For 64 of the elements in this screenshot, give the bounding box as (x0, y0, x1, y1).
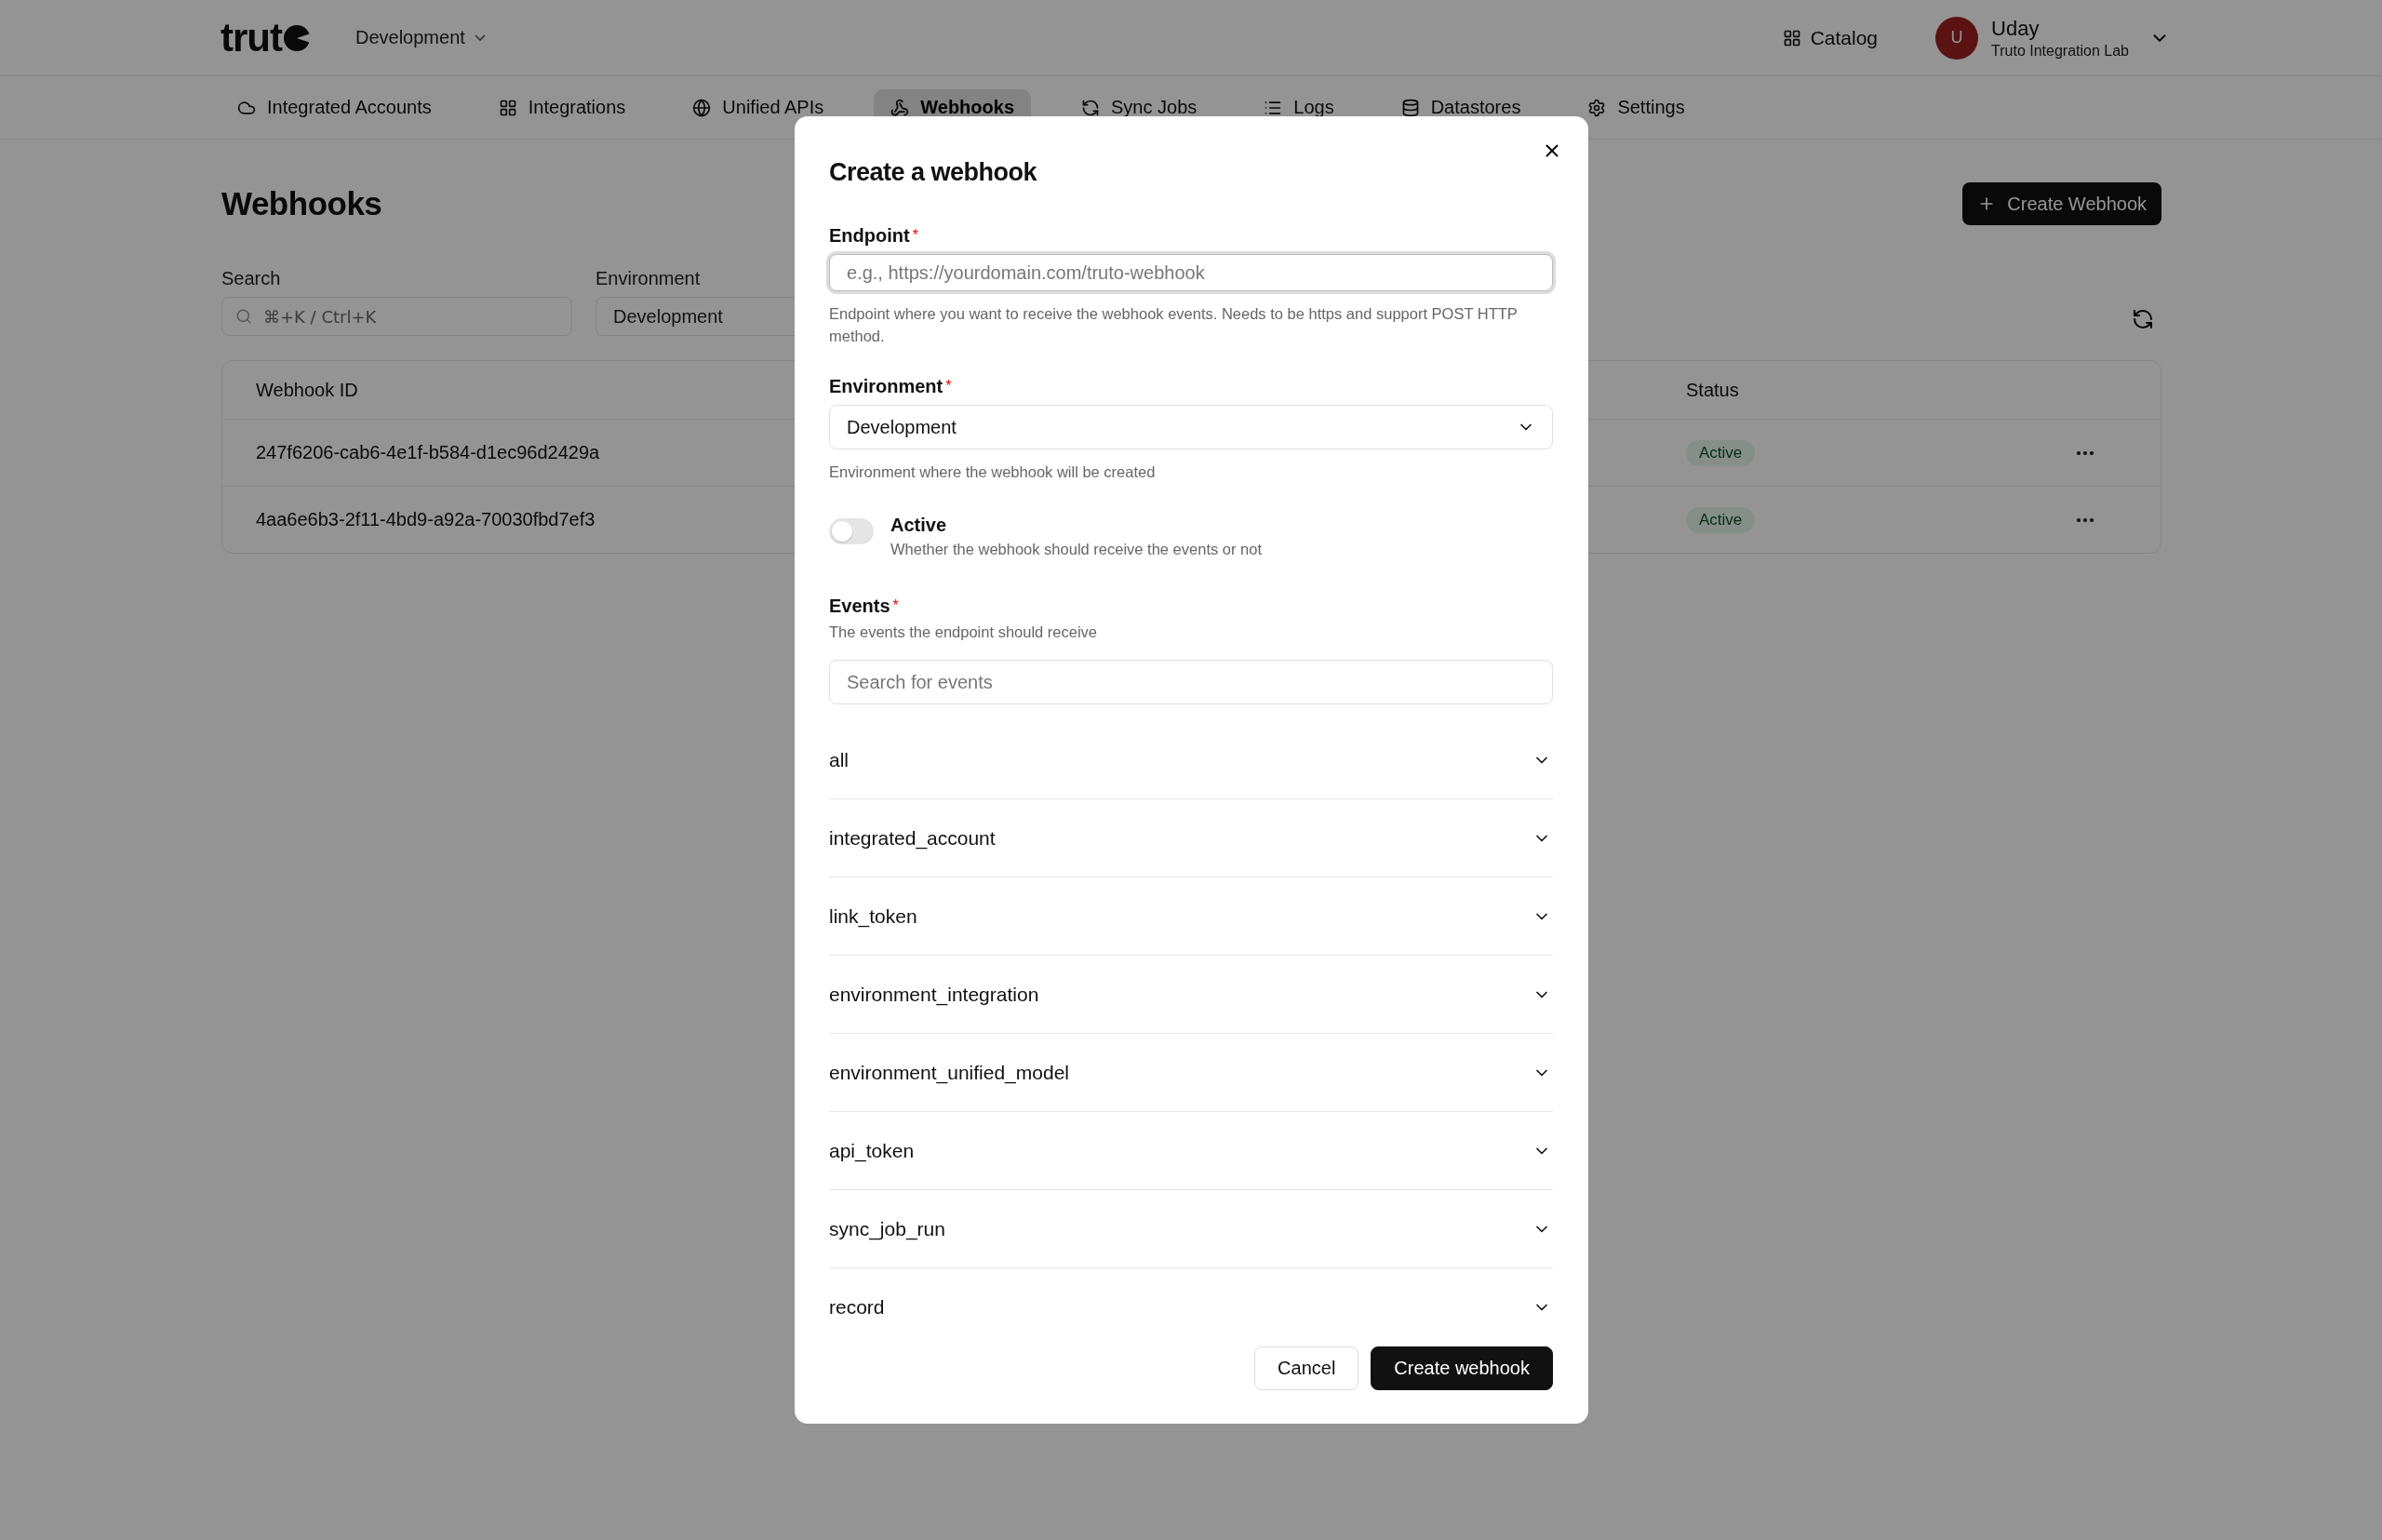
globe-icon (692, 98, 712, 117)
help-text: Whether the webhook should receive the events or not (890, 540, 1262, 559)
database-icon (1400, 98, 1420, 117)
toggle-label: Active (890, 514, 948, 537)
more-icon (2077, 517, 2094, 522)
create-button[interactable]: Create webhook (1371, 1346, 1553, 1390)
endpoint-input[interactable]: e.g., https://yourdomain.com/truto-webhook (829, 254, 1553, 291)
event-group[interactable]: all (829, 721, 1553, 799)
user-name: Uday (1991, 16, 2041, 41)
nav-tab[interactable]: Settings (1571, 89, 1702, 126)
nav-tab[interactable]: Sync Jobs (1064, 89, 1214, 126)
event-group[interactable]: environment_integration (829, 956, 1553, 1034)
user-avatar: U (1935, 16, 1979, 60)
event-group[interactable]: link_token (829, 877, 1553, 956)
settings-icon (1587, 98, 1607, 117)
chevron-down-icon (474, 34, 486, 41)
nav-tab[interactable]: Datastores (1384, 89, 1538, 126)
organization-name: Truto Integration Lab (1991, 42, 2129, 60)
event-search-field[interactable]: Search for events (829, 660, 1553, 704)
grid-icon (1782, 28, 1801, 47)
sync-icon (1081, 98, 1101, 117)
filter-label: Environment (596, 268, 701, 289)
dialog-title: Create a webhook (829, 157, 1038, 188)
status-badge: Active (1686, 506, 1756, 533)
logo: trut (221, 15, 314, 60)
active-toggle[interactable] (829, 518, 874, 544)
status-badge: Active (1686, 439, 1756, 466)
create-webhook-button[interactable]: Create Webhook (1962, 182, 2161, 225)
event-group[interactable]: integrated_account (829, 799, 1553, 877)
table-cell: 4aa6e6b3-2f11-4bd9-a92a-70030fbd7ef3 (256, 509, 596, 530)
catalog-link[interactable]: Catalog (1776, 25, 1884, 50)
table-cell: 247f6206-cab6-4e1f-b584-d1ec96d2429a (256, 442, 600, 463)
event-group[interactable]: environment_unified_model (829, 1034, 1553, 1112)
event-group[interactable]: api_token (829, 1112, 1553, 1190)
search-field[interactable]: ⌘+K / Ctrl+K (221, 297, 572, 336)
required-asterisk: * (892, 597, 899, 614)
field-label: Endpoint (829, 224, 910, 247)
field-label: Events (829, 595, 890, 617)
page-title: Webhooks (221, 185, 382, 222)
field-label: Environment (829, 375, 943, 397)
more-icon (2077, 450, 2094, 455)
cancel-button[interactable]: Cancel (1254, 1346, 1359, 1390)
column-header: Webhook ID (256, 379, 358, 401)
event-group[interactable]: sync_job_run (829, 1190, 1553, 1268)
help-text: The events the endpoint should receive (829, 623, 1099, 642)
user-menu[interactable]: U Uday Truto Integration Lab (1930, 15, 2175, 60)
nav-tab[interactable]: Integrated Accounts (221, 89, 448, 126)
required-asterisk: * (945, 378, 952, 395)
nav-tab[interactable]: Logs (1247, 89, 1351, 126)
filter-label: Search (221, 268, 281, 289)
grid-icon (498, 98, 517, 117)
search-icon (235, 308, 252, 325)
nav-tab[interactable]: Integrations (481, 89, 643, 126)
event-group[interactable]: record (829, 1268, 1553, 1346)
webhook-icon (890, 98, 910, 117)
nav-tab[interactable]: Unified APIs (676, 89, 841, 126)
more-options-button[interactable] (2077, 450, 2094, 455)
refresh-button[interactable] (2132, 308, 2154, 330)
column-header: Status (1686, 379, 1739, 401)
more-options-button[interactable] (2077, 517, 2094, 522)
environment-dropdown[interactable]: Development (350, 26, 491, 49)
help-text: Environment where the webhook will be created (829, 462, 1157, 482)
required-asterisk: * (912, 227, 918, 244)
environment-select[interactable]: Development (829, 405, 1553, 449)
